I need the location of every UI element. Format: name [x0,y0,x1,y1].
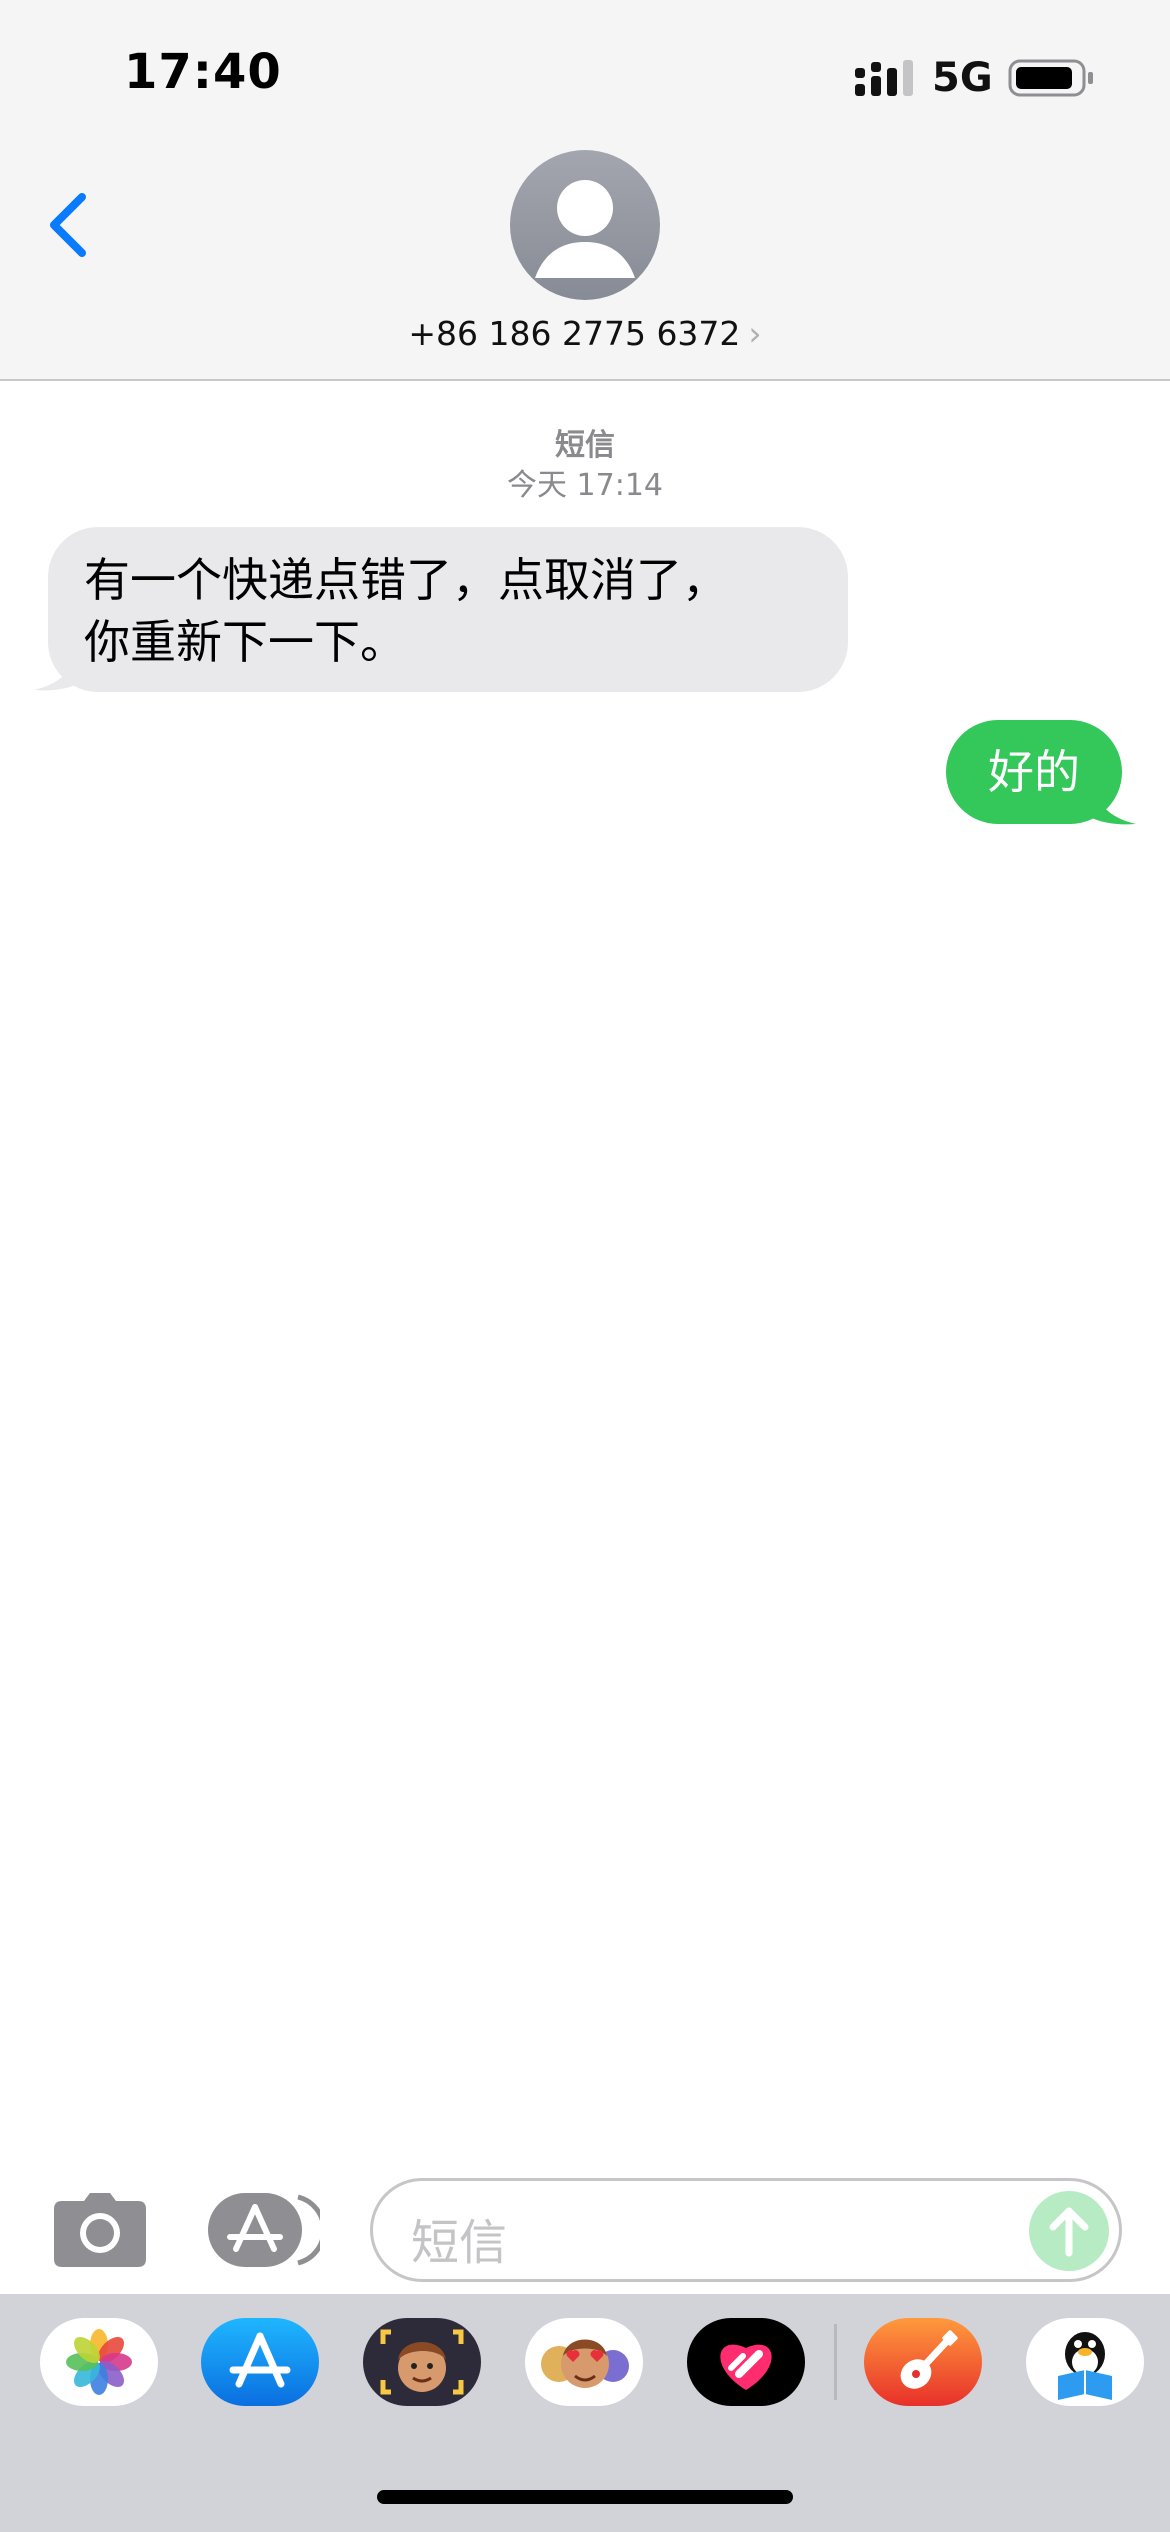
photos-app-icon[interactable] [40,2318,158,2406]
input-placeholder: 短信 [411,2215,508,2271]
person-silhouette-icon[interactable] [510,150,660,300]
cellular-signal-icon [855,60,913,96]
memoji-stickers-app-icon[interactable] [525,2318,643,2406]
status-time: 17:40 [124,44,282,100]
arrow-up-icon [1049,2207,1089,2257]
qq-reader-app-icon[interactable] [1026,2318,1144,2406]
app-store-app-icon[interactable] [201,2318,319,2406]
nav-header: 17:40 5G +86 186 2775 6372 › [0,0,1170,381]
digital-touch-app-icon[interactable] [687,2318,805,2406]
contact-label: +86 186 2775 6372 [408,314,741,353]
app-store-icon[interactable] [208,2193,320,2267]
contact-name-button[interactable]: +86 186 2775 6372 › [0,314,1170,353]
network-type: 5G [932,55,993,101]
chevron-left-icon[interactable] [40,185,100,265]
message-text-line: 有一个快递点错了，点取消了， [84,553,728,607]
drawer-divider [834,2324,837,2400]
service-label: 短信 [555,428,615,463]
chevron-right-icon: › [748,314,762,353]
memoji-app-icon[interactable] [363,2318,481,2406]
garageband-app-icon[interactable] [864,2318,982,2406]
battery-icon [1008,59,1093,97]
message-timestamp: 今天 17:14 [507,468,663,503]
outgoing-message-bubble[interactable]: 好的 [946,720,1122,824]
message-text-line: 你重新下一下。 [84,615,406,669]
camera-icon[interactable] [54,2193,146,2267]
message-input[interactable]: 短信 [370,2178,1122,2282]
incoming-message-bubble[interactable]: 有一个快递点错了，点取消了， 你重新下一下。 [48,527,848,692]
home-indicator[interactable] [377,2490,793,2504]
send-button[interactable] [1029,2191,1109,2271]
